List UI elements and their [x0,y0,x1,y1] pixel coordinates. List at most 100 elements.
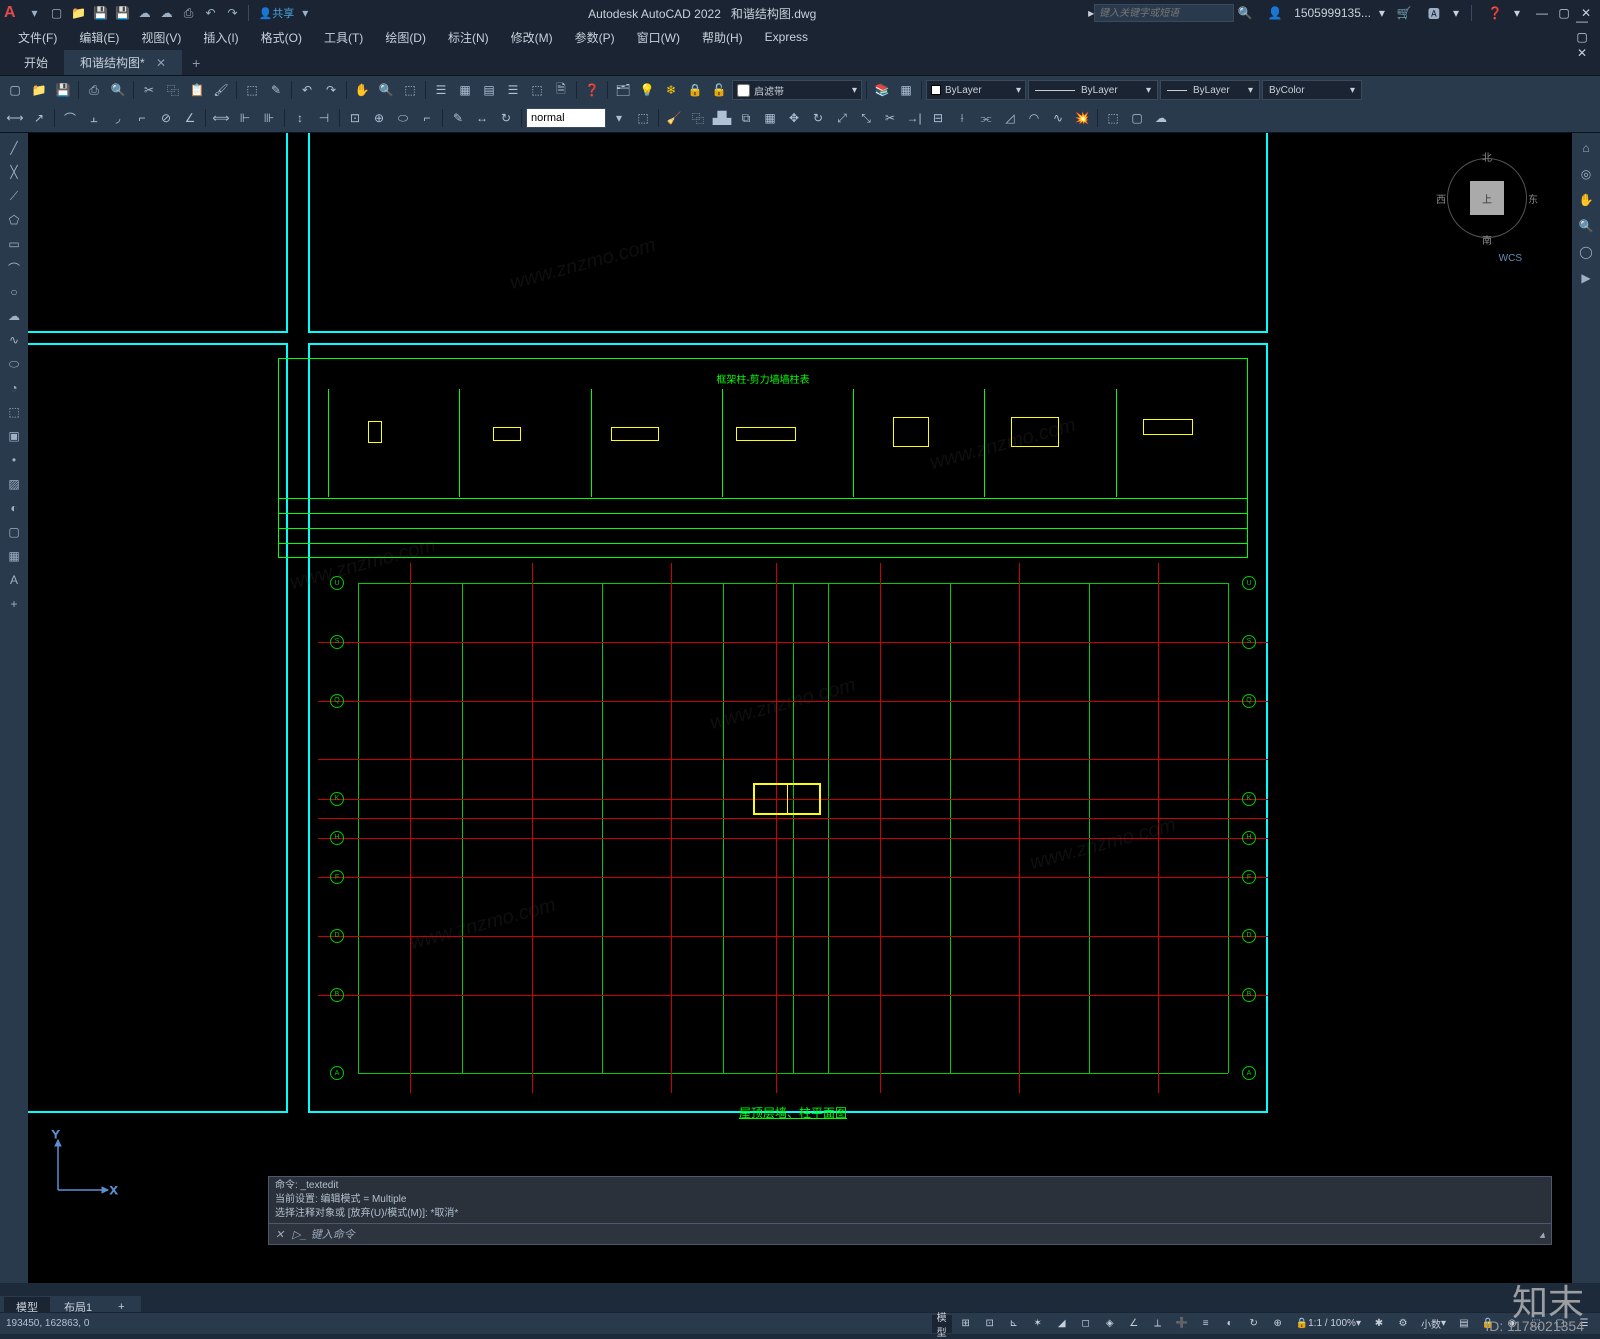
chamfer-icon[interactable]: ◿ [999,107,1021,129]
explode-icon[interactable]: 💥 [1071,107,1093,129]
gradient-icon[interactable]: ◐ [2,497,26,519]
table-icon[interactable]: ▦ [2,545,26,567]
help-icon[interactable]: ❓ [1486,4,1504,22]
nav-zoom-icon[interactable]: 🔍 [1574,215,1598,237]
wipeout-icon[interactable]: ▢ [1126,107,1148,129]
tab-add-button[interactable]: + [182,51,210,75]
workspace-icon[interactable]: ⚙ [1393,1315,1413,1333]
share-button[interactable]: 👤 共享 [259,5,295,21]
dim-quick-icon[interactable]: ⟺ [210,107,232,129]
cycling-icon[interactable]: ↻ [1244,1315,1264,1333]
dyninput-icon[interactable]: ➕ [1172,1315,1192,1333]
trim-icon[interactable]: ✂ [879,107,901,129]
menu-dropdown-icon[interactable]: ▾ [26,4,44,22]
array-icon[interactable]: ▦ [759,107,781,129]
ellipse-arc-icon[interactable]: ◔ [2,377,26,399]
dim-arc-icon[interactable]: ⌒ [59,107,81,129]
menu-window[interactable]: 窗口(W) [627,27,690,48]
snap-icon[interactable]: ⊡ [980,1315,1000,1333]
blend-icon[interactable]: ∿ [1047,107,1069,129]
appstore-icon[interactable]: 🅰 [1425,4,1443,22]
inspect-icon[interactable]: ⬭ [392,107,414,129]
ortho-icon[interactable]: ⊾ [1004,1315,1024,1333]
saveas-icon[interactable]: 💾 [114,4,132,22]
save-icon[interactable]: 💾 [92,4,110,22]
preview-icon[interactable]: 🔍 [107,79,129,101]
circle-icon[interactable]: ○ [2,281,26,303]
doc-close-button[interactable]: ✕ [1572,45,1592,61]
insert-block-icon[interactable]: ⬚ [2,401,26,423]
addselected-icon[interactable]: + [2,593,26,615]
command-line[interactable]: ✕ ▷_ 键入命令 ▴ [268,1224,1552,1245]
dim-linear-icon[interactable]: ⟷ [4,107,26,129]
dim-update-icon[interactable]: ↻ [495,107,517,129]
copy-icon[interactable]: ⿻ [687,107,709,129]
layer-checkbox-dropdown[interactable]: 启滤带 ▾ [732,80,862,100]
user-dropdown-icon[interactable]: ▾ [1379,6,1385,20]
hatch-icon[interactable]: ▨ [2,473,26,495]
layer-iso-icon[interactable]: ▦ [895,79,917,101]
make-block-icon[interactable]: ▣ [2,425,26,447]
dim-baseline-icon[interactable]: ⊩ [234,107,256,129]
dim-break-icon[interactable]: ⊣ [313,107,335,129]
erase-icon[interactable]: 🧹 [663,107,685,129]
region-icon[interactable]: ▢ [2,521,26,543]
print-icon[interactable]: ⎙ [83,79,105,101]
nav-home-icon[interactable]: ⌂ [1574,137,1598,159]
polar-icon[interactable]: ✶ [1028,1315,1048,1333]
plot-icon[interactable]: ⎙ [180,4,198,22]
redo-icon[interactable]: ↷ [224,4,242,22]
user-icon[interactable]: 👤 [1266,4,1284,22]
cloud-save-icon[interactable]: ☁ [158,4,176,22]
zoom-icon[interactable]: 🔍 [375,79,397,101]
isodraft-icon[interactable]: ◢ [1052,1315,1072,1333]
layer-on-icon[interactable]: 💡 [636,79,658,101]
quickcalc-icon[interactable]: 🗎 [550,79,572,101]
menu-format[interactable]: 格式(O) [251,27,312,48]
layer-dropdown[interactable]: ByLayer ▾ [926,80,1026,100]
break-point-icon[interactable]: ⊟ [927,107,949,129]
menu-dimension[interactable]: 标注(N) [438,27,499,48]
jog-line-icon[interactable]: ⌐ [416,107,438,129]
fillet-icon[interactable]: ◠ [1023,107,1045,129]
otrack-icon[interactable]: ∠ [1124,1315,1144,1333]
ellipse-icon[interactable]: ⬭ [2,353,26,375]
search-input[interactable] [1094,4,1234,22]
layer-lock-icon[interactable]: 🔒 [684,79,706,101]
viewcube[interactable]: 上 北 南 东 西 [1442,153,1532,243]
redo-icon[interactable]: ↷ [320,79,342,101]
cmd-expand-icon[interactable]: ▴ [1539,1228,1545,1241]
dim-space-icon[interactable]: ↕ [289,107,311,129]
nav-orbit-icon[interactable]: ◯ [1574,241,1598,263]
user-name[interactable]: 1505999135... [1294,6,1371,20]
annomonitor-icon[interactable]: ⊕ [1268,1315,1288,1333]
rotate-icon[interactable]: ↻ [807,107,829,129]
block-edit-icon[interactable]: ✎ [265,79,287,101]
layer-states-icon[interactable]: 📚 [871,79,893,101]
menu-modify[interactable]: 修改(M) [501,27,563,48]
annoscale-icon[interactable]: ✱ [1369,1315,1389,1333]
help-dropdown-icon[interactable]: ▾ [1514,6,1520,20]
grid-icon[interactable]: ⊞ [956,1315,976,1333]
menu-express[interactable]: Express [755,28,818,46]
units-display[interactable]: 小数 ▾ [1417,1315,1450,1333]
search-icon[interactable]: 🔍 [1236,4,1254,22]
draworder-icon[interactable]: ⬚ [1102,107,1124,129]
coordinates-display[interactable]: 193450, 162863, 0 [6,1318,89,1329]
polyline-icon[interactable]: ⟋ [2,185,26,207]
mtext-icon[interactable]: A [2,569,26,591]
transparency-icon[interactable]: ◐ [1220,1315,1240,1333]
help-icon[interactable]: ❓ [581,79,603,101]
match-prop-icon[interactable]: 🖌 [210,79,232,101]
cart-icon[interactable]: 🛒 [1395,4,1413,22]
block-icon[interactable]: ⬚ [241,79,263,101]
minimize-button[interactable]: — [1532,5,1552,21]
undo-icon[interactable]: ↶ [202,4,220,22]
arc-icon[interactable]: ⌒ [2,257,26,279]
tab-close-icon[interactable]: ✕ [156,56,166,70]
extend-icon[interactable]: →| [903,107,925,129]
tool-palettes-icon[interactable]: ▤ [478,79,500,101]
wcs-label[interactable]: WCS [1499,253,1522,264]
spline-icon[interactable]: ∿ [2,329,26,351]
dim-diameter-icon[interactable]: ⊘ [155,107,177,129]
